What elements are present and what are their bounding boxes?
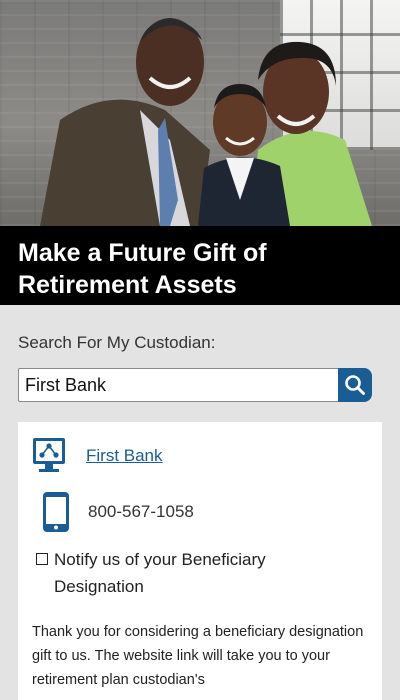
title-band: Make a Future Gift of Retirement Assets bbox=[0, 226, 400, 305]
custodian-link[interactable]: First Bank bbox=[86, 446, 163, 466]
search-label: Search For My Custodian: bbox=[18, 333, 216, 352]
hero-photo bbox=[0, 0, 400, 226]
search-row bbox=[18, 368, 372, 402]
custodian-search-input[interactable] bbox=[18, 368, 340, 402]
computer-network-icon bbox=[33, 438, 65, 472]
info-paragraph: Thank you for considering a beneficiary … bbox=[32, 624, 364, 688]
mobile-phone-icon bbox=[43, 492, 69, 532]
custodian-link-row: First Bank bbox=[32, 436, 163, 476]
search-button[interactable] bbox=[338, 368, 372, 402]
phone-number: 800-567-1058 bbox=[88, 502, 194, 521]
notify-option: Notify us of your Beneficiary Designatio… bbox=[36, 546, 366, 600]
notify-label-line1[interactable]: Notify us of your Beneficiary bbox=[54, 550, 266, 569]
phone-row: 800-567-1058 bbox=[32, 492, 194, 532]
notify-label-line2[interactable]: Designation bbox=[36, 573, 366, 600]
notify-checkbox[interactable] bbox=[36, 553, 48, 565]
page-title: Make a Future Gift of Retirement Assets bbox=[18, 239, 267, 299]
search-icon bbox=[345, 375, 365, 395]
family-illustration bbox=[40, 18, 372, 226]
custodian-result-card: First Bank 800-567-1058 Notify us of you… bbox=[18, 422, 382, 700]
